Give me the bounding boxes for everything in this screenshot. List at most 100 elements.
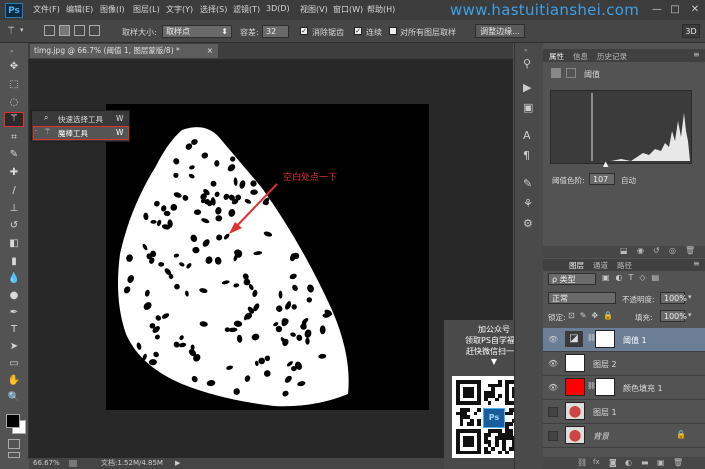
opacity-chevron-icon[interactable]: ▾ — [688, 293, 692, 301]
add-mask-icon[interactable]: ◙ — [609, 458, 617, 467]
visibility-off-box[interactable] — [548, 431, 558, 441]
tab-layers[interactable]: 图层 — [569, 260, 584, 271]
new-adjustment-icon[interactable]: ◐ — [625, 458, 632, 467]
contiguous-checkbox[interactable]: ✓ — [354, 27, 362, 35]
delete-adjustment-icon[interactable]: 🗑 — [685, 246, 695, 255]
tab-properties[interactable]: 属性 — [549, 51, 564, 62]
tab-history[interactable]: 历史记录 — [597, 51, 627, 62]
menu-layer[interactable]: 图层(L) — [133, 4, 160, 15]
foreground-color-swatch[interactable] — [6, 414, 20, 428]
magic-wand-preset-icon[interactable]: ⚚ — [6, 24, 16, 37]
eye-icon[interactable]: 👁 — [548, 359, 558, 368]
layer-row-color-fill[interactable]: 👁 ⛓ 颜色填充 1 — [543, 376, 705, 400]
zoom-level[interactable]: 66.67% — [33, 458, 60, 469]
visibility-off-box[interactable] — [548, 407, 558, 417]
screen-mode-icon[interactable] — [8, 452, 20, 458]
color-panel-icon[interactable]: ▣ — [523, 101, 533, 114]
close-window-button[interactable]: ✕ — [688, 3, 702, 16]
lock-icons[interactable]: ⊡✎✥🔒 — [568, 311, 618, 320]
hand-tool-icon[interactable]: ✋ — [6, 374, 22, 388]
menu-window[interactable]: 窗口(W) — [333, 4, 363, 15]
flyout-item-magic-wand[interactable]: · ⚚ 魔棒工具 W — [33, 126, 129, 140]
sample-size-select[interactable]: 取样点 ⬍ — [162, 25, 232, 38]
healing-brush-icon[interactable]: ✚ — [6, 166, 22, 180]
refine-edge-button[interactable]: 调整边缘... — [475, 24, 525, 38]
menu-3d[interactable]: 3D(D) — [266, 4, 290, 13]
clip-icon[interactable]: ⬓ — [620, 246, 628, 255]
view-previous-icon[interactable]: ◉ — [637, 246, 644, 255]
close-tab-icon[interactable]: × — [207, 44, 213, 58]
tab-channels[interactable]: 通道 — [593, 260, 608, 271]
menu-file[interactable]: 文件(F) — [33, 4, 60, 15]
new-selection-icon[interactable] — [44, 25, 55, 36]
sample-all-layers-checkbox[interactable] — [389, 27, 397, 35]
menu-edit[interactable]: 编辑(E) — [66, 4, 93, 15]
layers-menu-icon[interactable]: ≡ — [693, 259, 700, 268]
blur-tool-icon[interactable]: 💧 — [6, 272, 22, 286]
menu-image[interactable]: 图像(I) — [100, 4, 125, 15]
brush-panel-icon[interactable]: ✎ — [523, 177, 532, 190]
shape-tool-icon[interactable]: ▭ — [6, 357, 22, 371]
fx-icon[interactable]: fx — [593, 458, 600, 466]
intersect-selection-icon[interactable] — [89, 25, 100, 36]
threshold-slider-handle[interactable]: ▲ — [603, 160, 608, 168]
status-menu-arrow[interactable]: ▶ — [175, 458, 180, 469]
minimize-button[interactable]: — — [650, 3, 664, 16]
marquee-tool-icon[interactable]: ⬚ — [6, 78, 22, 92]
layer-filter-icons[interactable]: ▣◐T◇▤ — [602, 273, 665, 282]
panel-menu-icon[interactable]: ≡ — [693, 50, 700, 59]
layer-row-layer2[interactable]: 👁 图层 2 — [543, 352, 705, 376]
swatches-panel-icon[interactable]: A — [523, 129, 531, 142]
visibility-icon[interactable]: ◎ — [669, 246, 676, 255]
layer-row-layer1[interactable]: 图层 1 — [543, 400, 705, 424]
layer-mask-thumbnail[interactable] — [595, 378, 615, 396]
tab-info[interactable]: 信息 — [573, 51, 588, 62]
move-tool-icon[interactable]: ✥ — [6, 60, 22, 74]
menu-help[interactable]: 帮助(H) — [367, 4, 395, 15]
document-tab[interactable]: timg.jpg @ 66.7% (阈值 1, 图层蒙版/8) * × — [30, 44, 218, 58]
antialias-checkbox[interactable]: ✓ — [300, 27, 308, 35]
new-layer-icon[interactable]: ▣ — [657, 458, 665, 467]
crop-tool-icon[interactable]: ⌗ — [6, 131, 22, 145]
history-brush-icon[interactable]: ↺ — [6, 219, 22, 233]
collapse-toolbox-icon[interactable]: » — [10, 48, 14, 55]
preset-chevron-down-icon[interactable]: ▾ — [20, 26, 24, 34]
brush-tool-icon[interactable]: / — [6, 184, 22, 198]
quick-mask-icon[interactable] — [8, 439, 20, 449]
type-tool-icon[interactable]: T — [6, 323, 22, 337]
gradient-tool-icon[interactable]: ▮ — [6, 255, 22, 269]
document-canvas[interactable] — [106, 104, 429, 410]
clone-stamp-icon[interactable]: ⊥ — [6, 202, 22, 216]
layer-mask-thumbnail[interactable] — [595, 330, 615, 348]
trash-icon[interactable]: 🗑 — [673, 458, 683, 467]
collapse-icon[interactable]: « — [524, 47, 528, 54]
paragraph-panel-icon[interactable]: ¶ — [523, 149, 530, 162]
menu-filter[interactable]: 滤镜(T) — [233, 4, 260, 15]
magic-wand-tool-icon[interactable]: ⚚ — [6, 112, 22, 126]
eye-icon[interactable]: 👁 — [548, 383, 558, 392]
zoom-tool-icon[interactable]: 🔍 — [6, 391, 22, 405]
blend-mode-select[interactable]: 正常 — [548, 292, 616, 304]
layer-row-background[interactable]: 背景 🔒 — [543, 424, 705, 448]
clone-source-icon[interactable]: ⚘ — [523, 197, 533, 210]
menu-select[interactable]: 选择(S) — [200, 4, 227, 15]
reset-icon[interactable]: ↺ — [653, 246, 660, 255]
layer-filter-select[interactable]: ρ 类型 — [548, 273, 596, 285]
threshold-level-input[interactable]: 107 — [589, 173, 615, 185]
actions-panel-icon[interactable]: ▶ — [523, 81, 531, 94]
pen-tool-icon[interactable]: ✒ — [6, 306, 22, 320]
color-fill-thumbnail[interactable] — [565, 378, 585, 396]
menu-view[interactable]: 视图(V) — [300, 4, 328, 15]
tab-paths[interactable]: 路径 — [617, 260, 632, 271]
new-group-icon[interactable]: ▬ — [641, 458, 649, 467]
eyedropper-tool-icon[interactable]: ✎ — [6, 148, 22, 162]
menu-type[interactable]: 文字(Y) — [166, 4, 193, 15]
tolerance-input[interactable]: 32 — [262, 25, 289, 38]
fill-chevron-icon[interactable]: ▾ — [688, 311, 692, 319]
workspace-3d-button[interactable]: 3D — [682, 24, 700, 38]
subtract-selection-icon[interactable] — [74, 25, 85, 36]
mask-icon[interactable] — [566, 68, 576, 78]
eraser-tool-icon[interactable]: ◧ — [6, 237, 22, 251]
fill-input[interactable]: 100% — [660, 310, 687, 322]
history-panel-icon[interactable]: ⚲ — [523, 57, 531, 70]
